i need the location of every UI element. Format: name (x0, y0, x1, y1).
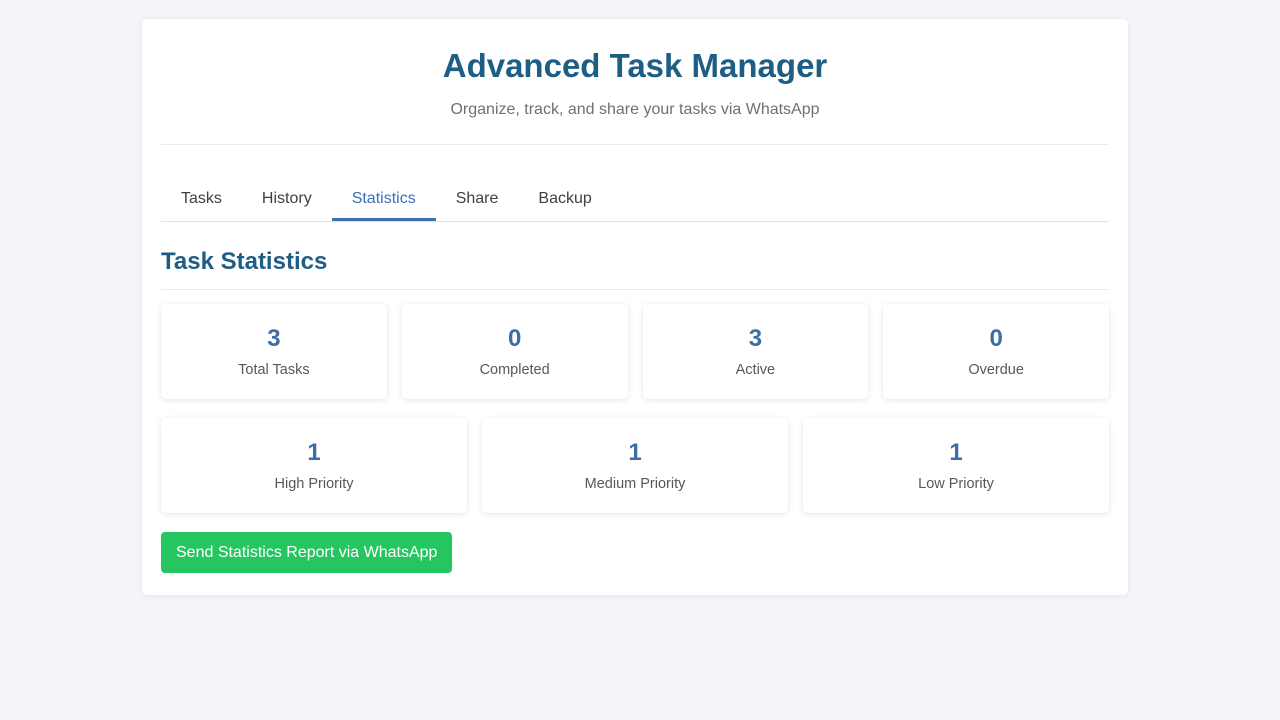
stat-card-low-priority: 1 Low Priority (803, 418, 1109, 513)
stat-value: 0 (507, 325, 522, 352)
stat-value: 1 (307, 439, 321, 466)
main-card: Advanced Task Manager Organize, track, a… (142, 19, 1128, 595)
stat-label: Low Priority (918, 476, 994, 492)
stat-label: Active (735, 362, 776, 378)
summary-stats-row: 3 Total Tasks 0 Completed 3 Active 0 Ove… (161, 304, 1109, 399)
stat-label: Overdue (968, 362, 1024, 378)
stat-card-overdue: 0 Overdue (883, 304, 1109, 399)
priority-stats-row: 1 High Priority 1 Medium Priority 1 Low … (161, 418, 1109, 513)
stat-card-completed: 0 Completed (401, 304, 628, 399)
stat-value: 1 (628, 439, 642, 466)
app-subtitle: Organize, track, and share your tasks vi… (450, 101, 820, 118)
stat-value: 3 (748, 325, 763, 352)
stat-label: High Priority (274, 476, 354, 492)
tab-share[interactable]: Share (436, 179, 519, 221)
stat-value: 1 (949, 439, 963, 466)
stat-card-high-priority: 1 High Priority (161, 418, 467, 513)
app-title: Advanced Task Manager (442, 47, 828, 84)
tab-tasks[interactable]: Tasks (161, 179, 242, 221)
stat-value: 3 (267, 325, 281, 352)
tab-bar: Tasks History Statistics Share Backup (161, 179, 1109, 222)
tab-history[interactable]: History (242, 179, 332, 221)
tab-backup[interactable]: Backup (518, 179, 611, 221)
stat-card-total-tasks: 3 Total Tasks (161, 304, 387, 399)
stat-value: 0 (989, 325, 1003, 352)
stat-label: Completed (479, 362, 550, 378)
stat-label: Total Tasks (238, 362, 310, 378)
stat-label: Medium Priority (584, 476, 686, 492)
stat-card-active: 3 Active (642, 304, 869, 399)
tab-statistics[interactable]: Statistics (331, 179, 436, 221)
app-header: Advanced Task Manager Organize, track, a… (161, 19, 1109, 145)
stat-card-medium-priority: 1 Medium Priority (482, 418, 788, 513)
section-title: Task Statistics (161, 222, 1109, 290)
send-statistics-whatsapp-button[interactable]: Send Statistics Report via WhatsApp (161, 532, 453, 573)
